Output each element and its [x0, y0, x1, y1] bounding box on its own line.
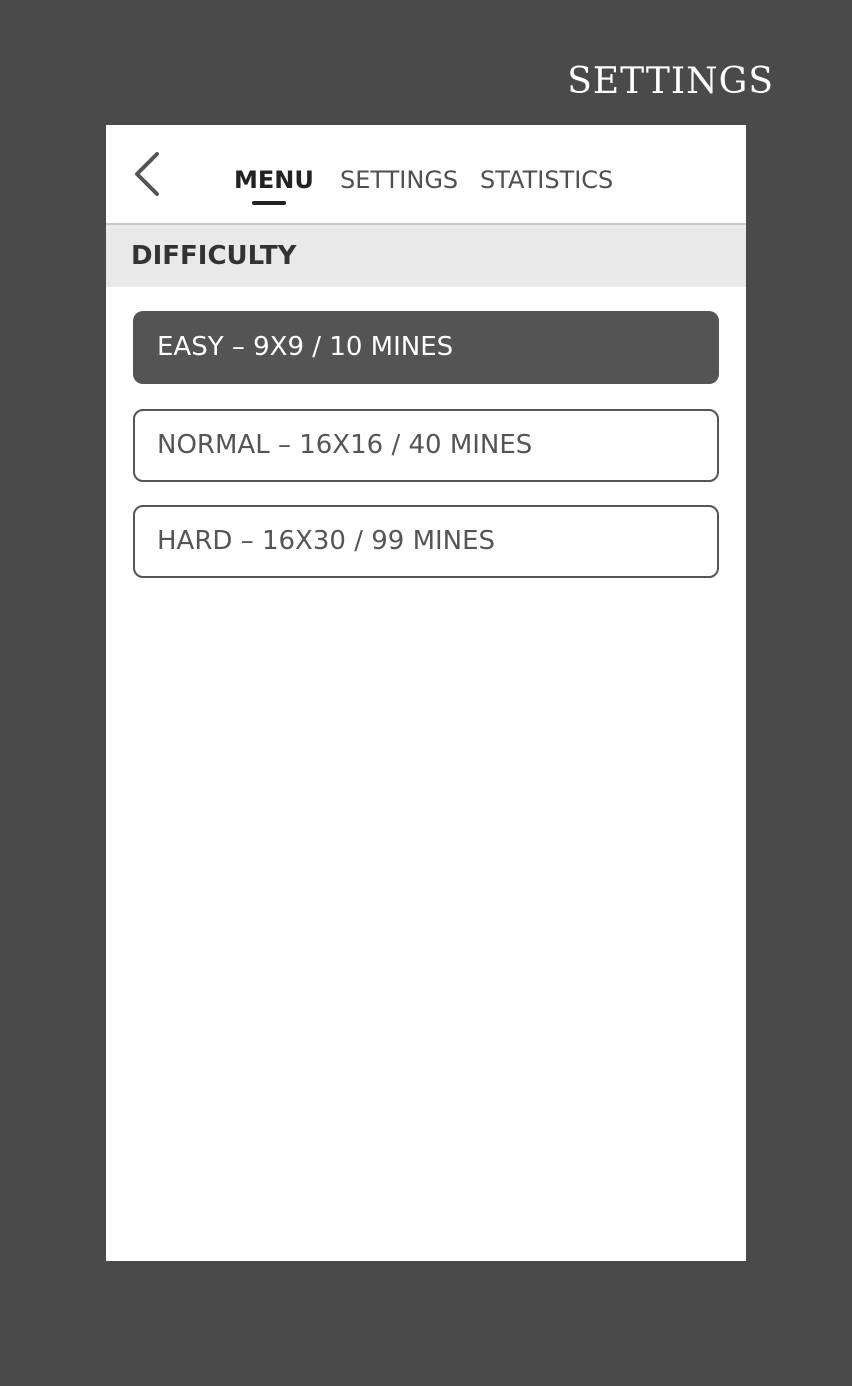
page-title: SETTINGS: [567, 61, 774, 102]
tab-settings-label: SETTINGS: [340, 166, 459, 194]
active-tab-indicator: [252, 201, 286, 205]
tab-statistics-label: STATISTICS: [480, 166, 614, 194]
difficulty-option-label: HARD – 16X30 / 99 MINES: [157, 526, 496, 556]
top-navigation-bar: MENU SETTINGS STATISTICS: [106, 125, 746, 225]
difficulty-option-hard[interactable]: HARD – 16X30 / 99 MINES: [133, 505, 719, 578]
difficulty-section-header: DIFFICULTY: [106, 225, 746, 287]
tab-menu[interactable]: MENU: [234, 163, 314, 205]
difficulty-title: DIFFICULTY: [131, 241, 297, 271]
back-button[interactable]: [128, 149, 168, 199]
difficulty-option-label: NORMAL – 16X16 / 40 MINES: [157, 430, 533, 460]
difficulty-option-normal[interactable]: NORMAL – 16X16 / 40 MINES: [133, 409, 719, 482]
app-screen: MENU SETTINGS STATISTICS DIFFICULTY EASY…: [106, 125, 746, 1261]
tab-menu-label: MENU: [234, 166, 314, 194]
difficulty-option-label: EASY – 9X9 / 10 MINES: [157, 332, 454, 362]
tab-statistics[interactable]: STATISTICS: [480, 163, 613, 203]
chevron-left-icon: [135, 152, 159, 196]
tab-settings[interactable]: SETTINGS: [340, 163, 458, 203]
difficulty-option-easy[interactable]: EASY – 9X9 / 10 MINES: [133, 311, 719, 384]
